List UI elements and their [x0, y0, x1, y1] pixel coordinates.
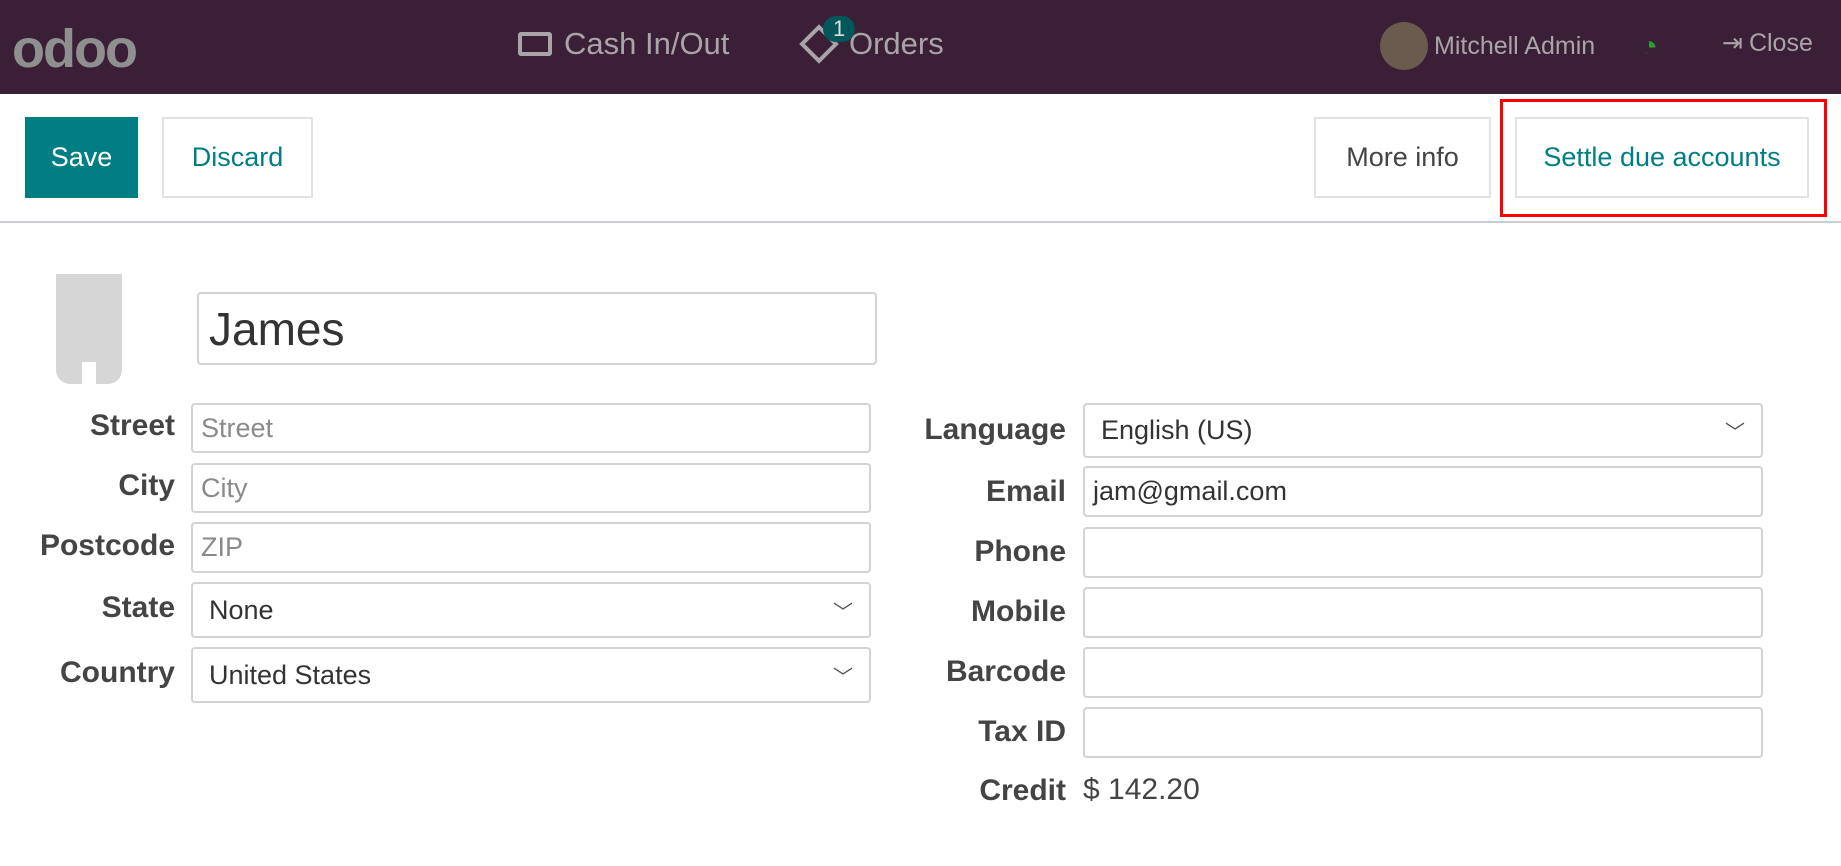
- city-label: City: [118, 469, 175, 502]
- postcode-label: Postcode: [39, 529, 175, 562]
- more-info-button[interactable]: More info: [1314, 117, 1491, 198]
- wifi-icon: ◔: [1640, 30, 1659, 63]
- divider: [0, 221, 1841, 223]
- chevron-down-icon: ﹀: [1725, 422, 1745, 444]
- sign-out-icon: ⇥: [1722, 29, 1743, 57]
- cash-in-out-button[interactable]: Cash In/Out: [518, 26, 729, 62]
- credit-value: $ 142.20: [1083, 773, 1200, 806]
- user-menu[interactable]: Mitchell Admin: [1380, 22, 1595, 70]
- email-input[interactable]: jam@gmail.com: [1083, 466, 1763, 517]
- avatar: [1380, 22, 1428, 70]
- mobile-label: Mobile: [971, 595, 1066, 628]
- state-label: State: [101, 591, 175, 624]
- cash-icon: [518, 32, 552, 56]
- credit-label: Credit: [979, 774, 1066, 807]
- orders-button[interactable]: 1 Orders: [799, 16, 944, 64]
- street-label: Street: [89, 409, 175, 442]
- barcode-label: Barcode: [945, 655, 1066, 688]
- company-building-icon: [56, 274, 122, 384]
- barcode-input[interactable]: [1083, 647, 1763, 698]
- discard-button[interactable]: Discard: [162, 117, 313, 198]
- close-button[interactable]: ⇥ Close: [1722, 28, 1813, 58]
- settle-due-accounts-button[interactable]: Settle due accounts: [1515, 117, 1809, 198]
- tax-id-input[interactable]: [1083, 707, 1763, 758]
- mobile-input[interactable]: [1083, 587, 1763, 638]
- odoo-logo: odoo: [12, 19, 138, 79]
- tax-id-label: Tax ID: [978, 715, 1066, 748]
- save-button[interactable]: Save: [25, 117, 138, 198]
- language-label: Language: [924, 413, 1066, 446]
- name-input[interactable]: James: [197, 292, 877, 365]
- phone-label: Phone: [974, 535, 1066, 568]
- phone-input[interactable]: [1083, 527, 1763, 578]
- country-label: Country: [60, 656, 175, 689]
- orders-count-badge: 1: [823, 16, 856, 42]
- language-select[interactable]: English (US) ﹀: [1083, 403, 1763, 458]
- top-bar: odoo Cash In/Out 1 Orders Mitchell Admin…: [0, 0, 1841, 94]
- email-label: Email: [985, 475, 1066, 508]
